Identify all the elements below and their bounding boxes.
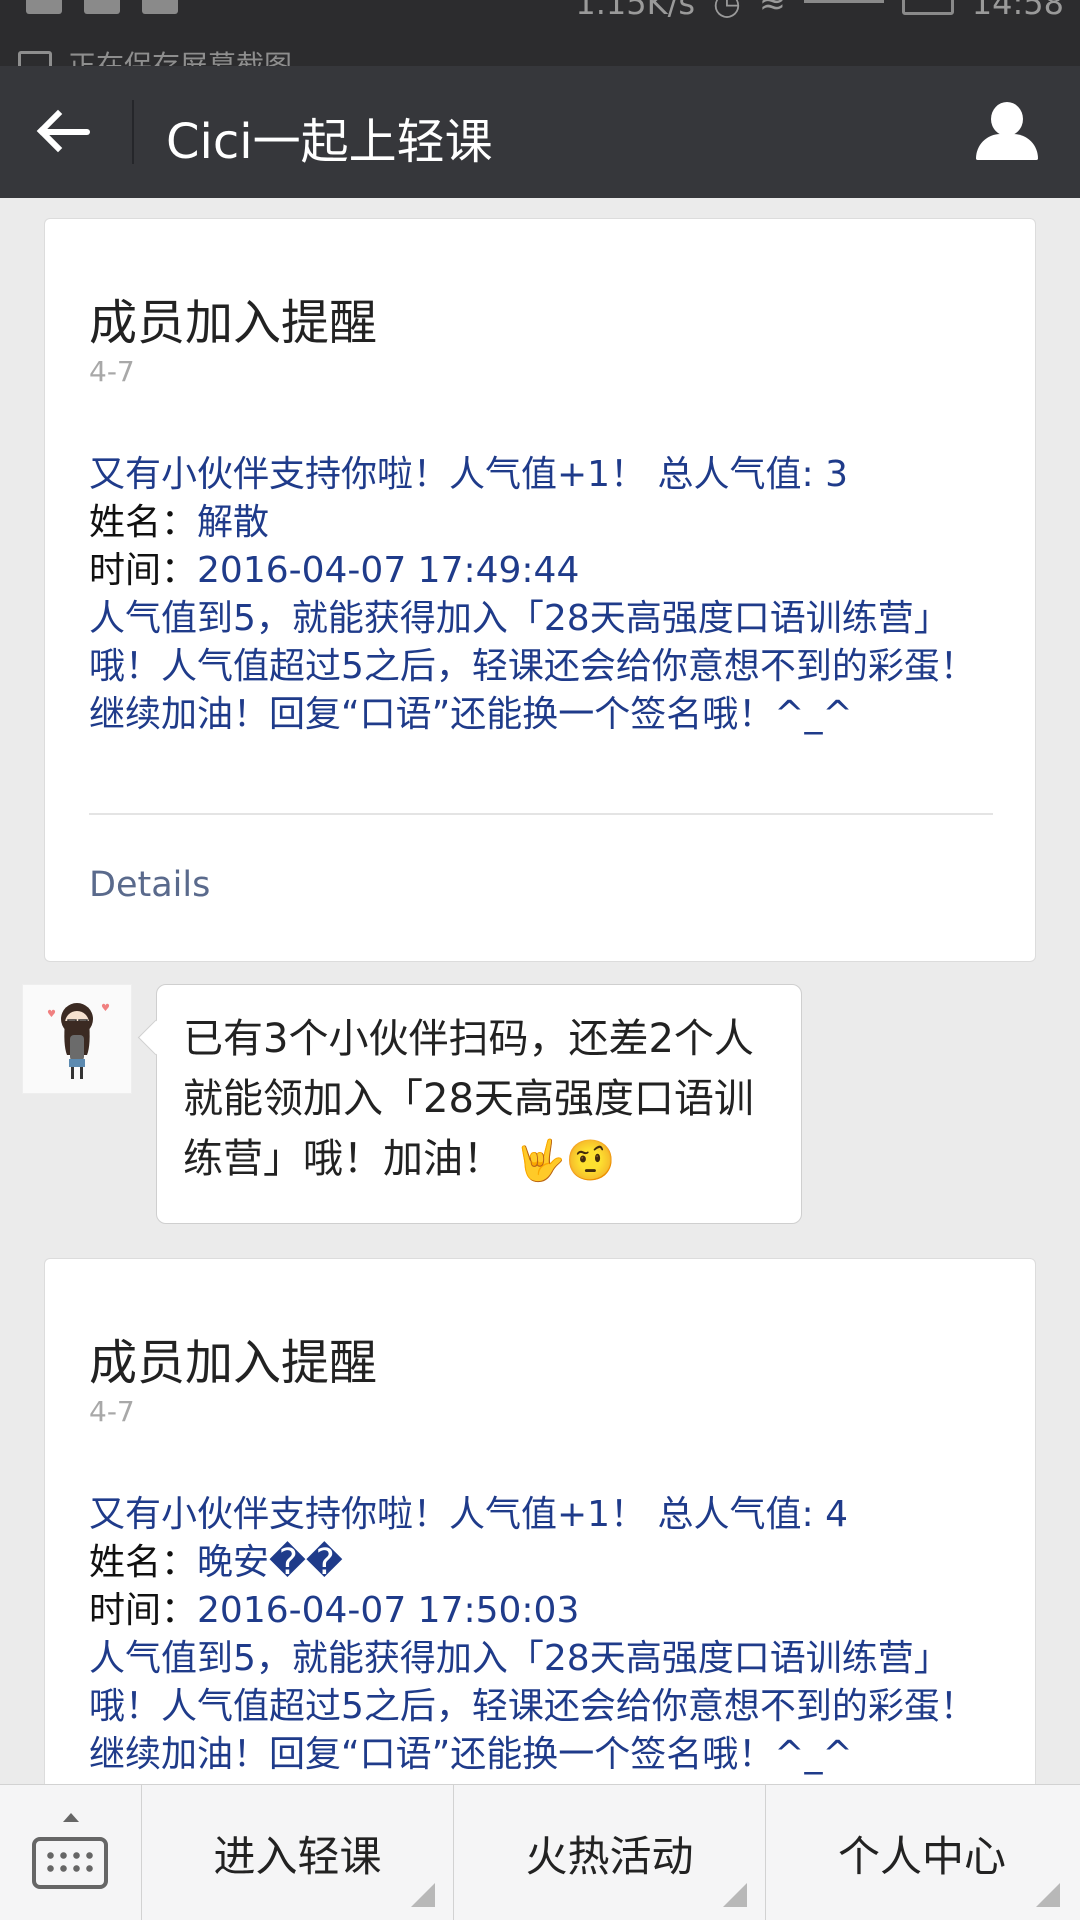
name-row: 姓名：解散 — [89, 499, 1009, 547]
menu-label: 进入轻课 — [213, 1831, 382, 1881]
name-row: 姓名：晚安�� — [89, 1539, 1009, 1587]
time-row: 时间：2016-04-07 17:50:03 — [89, 1587, 1009, 1635]
network-speed: 1.15K/s — [575, 0, 696, 22]
name-label: 姓名： — [89, 502, 198, 543]
svg-text:♥: ♥ — [47, 1009, 56, 1020]
card-divider — [89, 813, 993, 815]
member-join-card[interactable]: 成员加入提醒 4-7 又有小伙伴支持你啦！人气值+1！ 总人气值: 3 姓名：解… — [44, 218, 1036, 962]
card-title: 成员加入提醒 — [89, 1335, 378, 1391]
name-value: 解散 — [197, 502, 270, 543]
title-bar: Cici一起上轻课 — [0, 66, 1080, 198]
menu-hot-activities[interactable]: 火热活动 — [454, 1785, 766, 1920]
menu-label: 个人中心 — [837, 1831, 1006, 1881]
back-button[interactable] — [30, 102, 104, 162]
clock: 14:58 — [971, 0, 1064, 22]
rock-hand-emoji-icon: 🤟 — [515, 1138, 566, 1184]
status-bar: 1.15K/s ◷ ≈ 14:58 正在保存屏幕截图 — [0, 0, 1080, 82]
card-intro: 人气值到5，就能获得加入「28天高强度口语训练营」哦！人气值超过5之后，轻课还会… — [89, 598, 976, 735]
alarm-icon: ◷ — [713, 0, 741, 22]
name-label: 姓名： — [89, 1542, 198, 1583]
warning-icon — [142, 0, 178, 14]
caret-up-icon — [63, 1813, 79, 1822]
person-icon — [991, 102, 1023, 136]
status-left-icons — [26, 0, 178, 14]
image-icon — [26, 0, 62, 14]
title-divider — [132, 100, 134, 164]
menu-label: 火热活动 — [525, 1831, 694, 1881]
profile-button[interactable] — [976, 102, 1038, 162]
avatar[interactable]: ♥ ♥ — [22, 984, 132, 1094]
card-headline: 又有小伙伴支持你啦！人气值+1！ 总人气值: 4 — [89, 1494, 848, 1535]
chat-bubble-text: 已有3个小伙伴扫码，还差2个人就能领加入「28天高强度口语训练营」哦！加油！ 🤟… — [183, 1009, 783, 1191]
signal-icon — [803, 0, 884, 13]
keyboard-toggle-button[interactable] — [0, 1785, 142, 1920]
avatar-girl-icon: ♥ ♥ — [47, 1003, 110, 1079]
card-body: 又有小伙伴支持你啦！人气值+1！ 总人气值: 4 姓名：晚安�� 时间：2016… — [89, 1491, 1009, 1779]
time-label: 时间： — [89, 550, 198, 591]
svg-text:♥: ♥ — [101, 1003, 110, 1014]
time-label: 时间： — [89, 1590, 198, 1631]
menu-personal-center[interactable]: 个人中心 — [766, 1785, 1078, 1920]
keyboard-icon — [32, 1837, 108, 1889]
card-date: 4-7 — [89, 355, 135, 388]
card-body: 又有小伙伴支持你啦！人气值+1！ 总人气值: 3 姓名：解散 时间：2016-0… — [89, 451, 1009, 739]
chat-message: 已有3个小伙伴扫码，还差2个人就能领加入「28天高强度口语训练营」哦！加油！ — [183, 1016, 754, 1182]
status-right: 1.15K/s ◷ ≈ 14:58 — [575, 0, 1064, 22]
message-list[interactable]: 成员加入提醒 4-7 又有小伙伴支持你啦！人气值+1！ 总人气值: 3 姓名：解… — [0, 198, 1080, 1784]
card-headline: 又有小伙伴支持你啦！人气值+1！ 总人气值: 3 — [89, 454, 848, 495]
card-intro: 人气值到5，就能获得加入「28天高强度口语训练营」哦！人气值超过5之后，轻课还会… — [89, 1638, 976, 1775]
submenu-corner-icon — [1036, 1883, 1060, 1907]
time-row: 时间：2016-04-07 17:49:44 — [89, 547, 1009, 595]
raised-eyebrow-emoji-icon: 🤨 — [565, 1138, 616, 1184]
wifi-icon: ≈ — [758, 0, 786, 22]
back-arrow-icon — [44, 129, 90, 135]
chat-bubble[interactable]: 已有3个小伙伴扫码，还差2个人就能领加入「28天高强度口语训练营」哦！加油！ 🤟… — [156, 984, 802, 1224]
apps-icon — [84, 0, 120, 14]
person-icon-body — [976, 134, 1038, 160]
name-value: 晚安�� — [197, 1542, 343, 1583]
card-date: 4-7 — [89, 1395, 135, 1428]
submenu-corner-icon — [723, 1883, 747, 1907]
details-link[interactable]: Details — [89, 865, 210, 905]
member-join-card[interactable]: 成员加入提醒 4-7 又有小伙伴支持你啦！人气值+1！ 总人气值: 4 姓名：晚… — [44, 1258, 1036, 1784]
page-title: Cici一起上轻课 — [166, 114, 493, 170]
time-value: 2016-04-07 17:49:44 — [197, 550, 580, 591]
time-value: 2016-04-07 17:50:03 — [197, 1590, 580, 1631]
battery-icon — [901, 0, 954, 15]
submenu-corner-icon — [411, 1883, 435, 1907]
bottom-menu: 进入轻课 火热活动 个人中心 — [0, 1784, 1080, 1920]
menu-enter-course[interactable]: 进入轻课 — [142, 1785, 454, 1920]
card-title: 成员加入提醒 — [89, 295, 378, 351]
